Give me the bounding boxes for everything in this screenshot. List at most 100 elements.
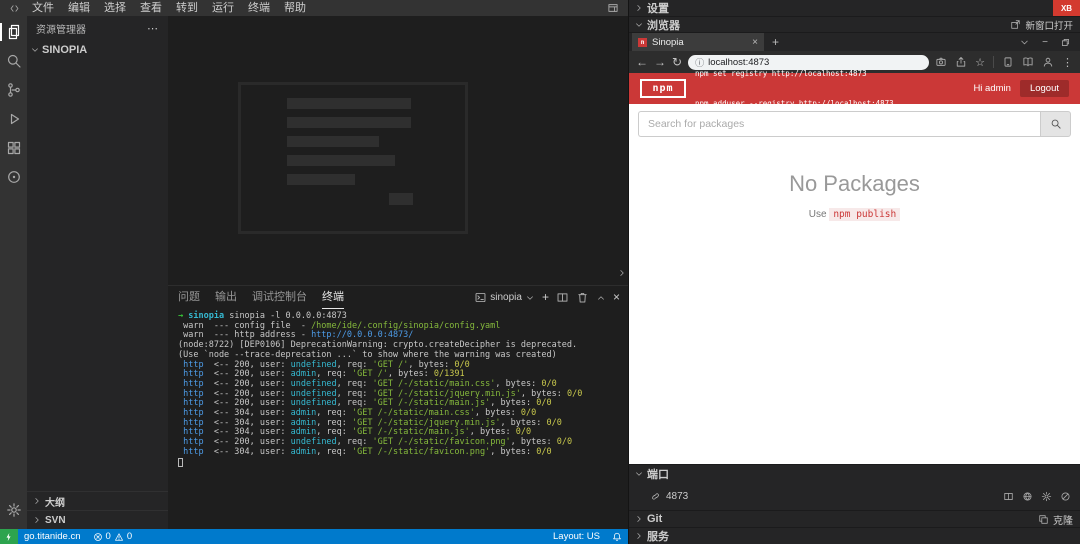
tree-item-sinopia[interactable]: SINOPIA: [27, 40, 168, 60]
close-panel-icon[interactable]: ×: [613, 291, 620, 304]
panel-tab-terminal[interactable]: 终端: [322, 286, 344, 309]
port-row[interactable]: 4873: [629, 482, 1080, 510]
activity-item-source-control[interactable]: [4, 81, 24, 99]
services-section-header[interactable]: 服务: [629, 527, 1080, 544]
search-icon: [6, 53, 22, 69]
activity-item-run-debug[interactable]: [4, 110, 24, 128]
reading-list-icon[interactable]: [1022, 56, 1034, 68]
menu-item-help[interactable]: 帮助: [277, 0, 313, 16]
terminal-output[interactable]: → sinopia sinopia -l 0.0.0.0:4873 warn -…: [168, 309, 628, 529]
minimize-icon[interactable]: −: [1042, 37, 1048, 48]
title-bar: 文件 编辑 选择 查看 转到 运行 终端 帮助: [0, 0, 628, 16]
search-icon: [1050, 118, 1062, 130]
browser-section-header[interactable]: 浏览器 新窗口打开: [629, 16, 1080, 32]
activity-item-search[interactable]: [4, 52, 24, 70]
empty-state-hint: Use npm publish: [629, 209, 1080, 220]
activity-item-remote-explorer[interactable]: [4, 168, 24, 186]
terminal-icon: [474, 291, 487, 304]
outline-section-header[interactable]: 大纲: [27, 491, 168, 510]
tab-close-icon[interactable]: ×: [752, 37, 758, 48]
port-link-icon: [650, 491, 661, 502]
remote-host[interactable]: go.titanide.cn: [18, 529, 87, 544]
share-icon[interactable]: [955, 56, 967, 68]
status-bar: go.titanide.cn 0 0 Layout: US: [0, 529, 628, 544]
port-settings-gear-icon[interactable]: [1041, 491, 1052, 502]
panel-tab-debug-console[interactable]: 调试控制台: [252, 286, 307, 309]
more-menu-icon[interactable]: ⋮: [1062, 56, 1073, 69]
bookmark-star-icon[interactable]: ☆: [975, 56, 985, 69]
new-terminal-button[interactable]: +: [542, 291, 549, 304]
panel-header: 问题 输出 调试控制台 终端 sinopia +: [168, 286, 628, 309]
menu-item-run[interactable]: 运行: [205, 0, 241, 16]
settings-section-header[interactable]: 设置 XB: [629, 0, 1080, 16]
panel-actions: sinopia + ×: [474, 291, 620, 304]
chevron-right-icon: [634, 514, 644, 524]
activity-bar: [0, 16, 27, 529]
open-in-browser-icon[interactable]: [1022, 491, 1033, 502]
remote-indicator-icon[interactable]: [0, 529, 18, 544]
editor-column: 问题 输出 调试控制台 终端 sinopia +: [168, 16, 628, 529]
activity-item-extensions[interactable]: [4, 139, 24, 157]
open-new-window-icon: [1010, 19, 1021, 30]
ports-section-header[interactable]: 端口: [629, 464, 1080, 482]
tab-list-chevron-icon[interactable]: [1019, 37, 1030, 48]
chevron-down-icon: [30, 45, 40, 55]
open-new-window-button[interactable]: 新窗口打开: [1010, 18, 1080, 32]
panel-tab-output[interactable]: 输出: [215, 286, 237, 309]
editor-watermark: [238, 82, 468, 234]
bell-icon: [612, 532, 622, 542]
activity-item-settings[interactable]: [4, 501, 24, 519]
terminal-profile-select[interactable]: sinopia: [474, 291, 535, 304]
preview-in-editor-icon[interactable]: [1003, 491, 1014, 502]
port-actions: [1003, 491, 1071, 502]
keyboard-layout-indicator[interactable]: Layout: US: [547, 529, 606, 544]
notifications-bell[interactable]: [606, 529, 628, 544]
restore-window-icon[interactable]: [1060, 37, 1071, 48]
chevron-down-icon: [634, 469, 644, 479]
npm-banner: npm npm set registry http://localhost:48…: [629, 73, 1080, 104]
maximize-panel-icon[interactable]: [596, 293, 606, 303]
layout-customize-icon[interactable]: [607, 2, 619, 14]
menu-item-terminal[interactable]: 终端: [241, 0, 277, 16]
auxiliary-panel: 设置 XB 浏览器 新窗口打开 n Sinopia × + −: [628, 0, 1080, 544]
lightning-icon: [4, 532, 14, 542]
git-section-header[interactable]: Git 克隆: [629, 510, 1080, 527]
profile-icon[interactable]: [1042, 56, 1054, 68]
back-button[interactable]: ←: [636, 56, 648, 68]
activity-item-explorer[interactable]: [4, 23, 24, 41]
ide-left-region: 文件 编辑 选择 查看 转到 运行 终端 帮助: [0, 0, 628, 544]
clone-icon: [1038, 514, 1049, 525]
svn-section-header[interactable]: SVN: [27, 510, 168, 529]
search-placeholder: Search for packages: [648, 118, 744, 130]
refresh-button[interactable]: ↻: [672, 56, 682, 68]
menu-item-view[interactable]: 查看: [133, 0, 169, 16]
split-terminal-icon[interactable]: [556, 291, 569, 304]
account-avatar[interactable]: XB: [1053, 0, 1080, 16]
stop-forwarding-icon[interactable]: [1060, 491, 1071, 502]
package-search-input[interactable]: Search for packages: [638, 111, 1040, 137]
panel-expand-icon[interactable]: [617, 268, 627, 278]
logout-button[interactable]: Logout: [1020, 80, 1069, 97]
device-icon[interactable]: [1002, 56, 1014, 68]
clone-button[interactable]: 克隆: [1038, 512, 1080, 527]
more-actions-icon[interactable]: ⋯: [147, 22, 158, 35]
panel-tab-problems[interactable]: 问题: [178, 286, 200, 309]
explorer-sidebar: 资源管理器 ⋯ SINOPIA 大纲 SVN: [27, 16, 168, 529]
circle-icon: [6, 169, 22, 185]
kill-terminal-icon[interactable]: [576, 291, 589, 304]
toolbar-actions: ☆ ⋮: [935, 56, 1073, 69]
forward-button[interactable]: →: [654, 56, 666, 68]
menu-item-edit[interactable]: 编辑: [61, 0, 97, 16]
new-tab-button[interactable]: +: [764, 35, 787, 49]
files-icon: [6, 24, 22, 40]
greeting-text: Hi admin: [973, 83, 1011, 94]
chevron-right-icon: [32, 496, 42, 506]
menu-item-selection[interactable]: 选择: [97, 0, 133, 16]
sidebar-bottom-sections: 大纲 SVN: [27, 491, 168, 529]
npm-logo: npm: [640, 79, 686, 98]
screenshot-icon[interactable]: [935, 56, 947, 68]
problems-indicator[interactable]: 0 0: [87, 529, 139, 544]
search-button[interactable]: [1040, 111, 1071, 137]
menu-item-go[interactable]: 转到: [169, 0, 205, 16]
menu-item-file[interactable]: 文件: [25, 0, 61, 16]
